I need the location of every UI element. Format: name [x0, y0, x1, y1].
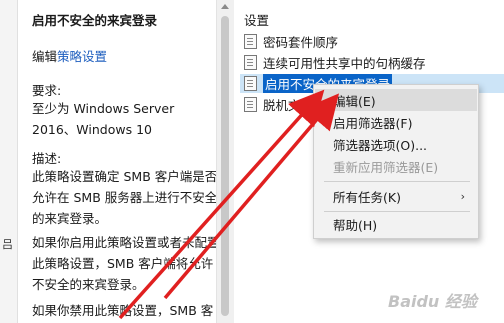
policy-document-icon: [244, 97, 257, 112]
setting-label: 脱机文件: [263, 98, 314, 113]
menu-separator: [324, 181, 470, 182]
settings-column-header[interactable]: 设置: [244, 10, 269, 29]
disable-text: 如果你禁用此策略设置，SMB 客: [32, 303, 214, 318]
description-text: 此策略设置确定 SMB 客户端是否允许在 SMB 服务器上进行不安全的来宾登录。: [32, 169, 218, 226]
menu-item-label: 重新应用筛选器(E): [333, 159, 439, 175]
policy-title: 启用不安全的来宾登录: [32, 13, 158, 28]
menu-separator: [324, 211, 470, 212]
submenu-chevron-icon: ›: [460, 189, 465, 203]
setting-row[interactable]: 连续可用性共享中的句柄缓存: [240, 53, 504, 72]
setting-row[interactable]: 密码套件顺序: [240, 32, 504, 51]
menu-item-reapply-filter: 重新应用筛选器(E): [315, 155, 477, 177]
left-tree-strip: 吕: [0, 0, 18, 323]
setting-label: 密码套件顺序: [263, 35, 339, 50]
scroll-up-arrow-icon[interactable]: [221, 4, 229, 9]
requirements-text: 至少为 Windows Server 2016、Windows 10: [32, 101, 175, 137]
menu-item-filter-options[interactable]: 筛选器选项(O)...: [315, 133, 477, 155]
policy-document-icon: [244, 76, 257, 91]
menu-item-enable-filter[interactable]: 启用筛选器(F): [315, 111, 477, 133]
menu-item-label: 启用筛选器(F): [333, 115, 413, 131]
policy-document-icon: [244, 34, 257, 49]
menu-item-help[interactable]: 帮助(H): [315, 213, 477, 235]
description-pane: 启用不安全的来宾登录 编辑策略设置 要求: 至少为 Windows Server…: [18, 0, 220, 323]
menu-item-label: 筛选器选项(O)...: [333, 137, 428, 153]
tree-fragment-text: 吕: [2, 238, 13, 251]
scroll-thumb[interactable]: [221, 16, 229, 316]
menu-item-all-tasks[interactable]: 所有任务(K) ›: [315, 185, 477, 207]
setting-label: 连续可用性共享中的句柄缓存: [263, 56, 426, 71]
edit-policy-line: 编辑策略设置: [32, 46, 222, 67]
enable-text: 如果你启用此策略设置或者未配置此策略设置，SMB 客户端将允许不安全的来宾登录。: [32, 235, 220, 292]
menu-item-edit[interactable]: 编辑(E): [315, 89, 477, 111]
menu-item-label: 编辑(E): [333, 93, 376, 109]
vertical-scrollbar[interactable]: [216, 0, 234, 323]
watermark-logo: Baidu 经验: [388, 292, 477, 311]
menu-item-label: 帮助(H): [333, 217, 378, 233]
edit-policy-link[interactable]: 策略设置: [57, 49, 107, 64]
edit-prefix: 编辑: [32, 49, 58, 64]
context-menu: 编辑(E) 启用筛选器(F) 筛选器选项(O)... 重新应用筛选器(E) 所有…: [313, 84, 479, 239]
menu-item-label: 所有任务(K): [333, 189, 401, 205]
policy-document-icon: [244, 55, 257, 70]
